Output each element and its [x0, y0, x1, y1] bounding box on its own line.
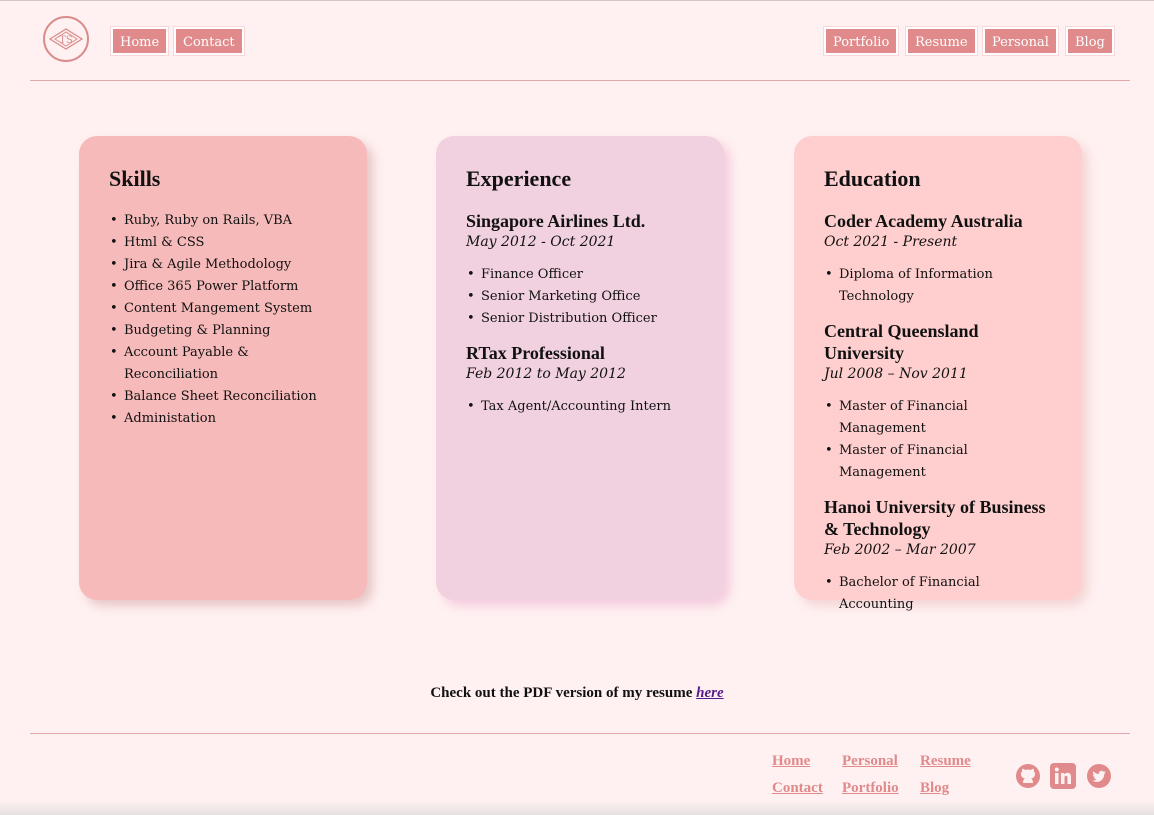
- skill-item: Html & CSS: [110, 232, 339, 254]
- footer-link-blog[interactable]: Blog: [920, 780, 949, 797]
- footer-link-home[interactable]: Home: [772, 753, 810, 770]
- twitter-icon[interactable]: [1086, 763, 1111, 788]
- degree-item: Bachelor of Financial Accounting: [825, 572, 1054, 616]
- degree-item: Master of Financial Management: [825, 396, 1054, 440]
- pdf-resume-text: Check out the PDF version of my resume: [430, 685, 697, 701]
- job-company: RTax Professional: [466, 343, 605, 363]
- nav-portfolio-button[interactable]: Portfolio: [824, 27, 899, 55]
- nav-personal-button[interactable]: Personal: [983, 27, 1058, 55]
- job-role: Senior Marketing Office: [467, 286, 696, 308]
- job-company: Singapore Airlines Ltd.: [466, 211, 646, 231]
- school-dates: Feb 2002 – Mar 2007: [824, 542, 976, 558]
- degree-list: Bachelor of Financial Accounting: [824, 572, 1054, 616]
- experience-card: Experience Singapore Airlines Ltd. May 2…: [436, 136, 724, 600]
- skill-item: Account Payable & Reconciliation: [110, 342, 339, 386]
- job-roles-list: Finance Officer Senior Marketing Office …: [466, 264, 696, 330]
- job-dates: May 2012 - Oct 2021: [466, 234, 616, 250]
- nav-blog-button[interactable]: Blog: [1066, 27, 1114, 55]
- school-dates: Jul 2008 – Nov 2011: [824, 366, 968, 382]
- school-name: Coder Academy Australia: [824, 211, 1023, 231]
- skills-list: Ruby, Ruby on Rails, VBA Html & CSS Jira…: [109, 210, 339, 430]
- school-dates: Oct 2021 - Present: [824, 234, 958, 250]
- skill-item: Balance Sheet Reconciliation: [110, 386, 339, 408]
- skill-item: Content Mangement System: [110, 298, 339, 320]
- job-role: Senior Distribution Officer: [467, 308, 696, 330]
- degree-item: Master of Financial Management: [825, 440, 1054, 484]
- nav-contact-button[interactable]: Contact: [174, 27, 244, 55]
- header-divider: [30, 80, 1130, 81]
- logo-monogram-icon[interactable]: TS: [43, 16, 89, 62]
- footer-link-resume[interactable]: Resume: [920, 753, 971, 770]
- resume-page: TS Home Contact Portfolio Resume Persona…: [0, 0, 1154, 815]
- top-divider: [0, 0, 1154, 1]
- skills-title: Skills: [109, 166, 161, 191]
- education-card: Education Coder Academy Australia Oct 20…: [794, 136, 1082, 612]
- skills-card: Skills Ruby, Ruby on Rails, VBA Html & C…: [79, 136, 367, 600]
- footer-link-personal[interactable]: Personal: [842, 753, 898, 770]
- education-title: Education: [824, 166, 921, 191]
- skill-item: Ruby, Ruby on Rails, VBA: [110, 210, 339, 232]
- skill-item: Office 365 Power Platform: [110, 276, 339, 298]
- degree-list: Diploma of Information Technology: [824, 264, 1054, 308]
- degree-list: Master of Financial Management Master of…: [824, 396, 1054, 484]
- job-role: Tax Agent/Accounting Intern: [467, 396, 696, 418]
- nav-home-button[interactable]: Home: [111, 27, 169, 55]
- footer-link-contact[interactable]: Contact: [772, 780, 823, 797]
- degree-item: Diploma of Information Technology: [825, 264, 1054, 308]
- experience-title: Experience: [466, 166, 572, 191]
- job-role: Finance Officer: [467, 264, 696, 286]
- job-dates: Feb 2012 to May 2012: [466, 366, 626, 382]
- school-name: Hanoi University of Business & Technolog…: [824, 497, 1046, 539]
- job-roles-list: Tax Agent/Accounting Intern: [466, 396, 696, 418]
- school-name: Central Queensland University: [824, 321, 979, 363]
- linkedin-icon[interactable]: [1050, 763, 1076, 789]
- bottom-edge: [0, 800, 1154, 815]
- skill-item: Jira & Agile Methodology: [110, 254, 339, 276]
- nav-resume-button[interactable]: Resume: [906, 27, 977, 55]
- svg-text:TS: TS: [59, 35, 73, 46]
- github-icon[interactable]: [1015, 763, 1040, 788]
- footer-link-portfolio[interactable]: Portfolio: [842, 780, 899, 797]
- skill-item: Budgeting & Planning: [110, 320, 339, 342]
- pdf-resume-line: Check out the PDF version of my resume h…: [0, 685, 1154, 702]
- pdf-resume-link[interactable]: here: [696, 685, 724, 701]
- skill-item: Administation: [110, 408, 339, 430]
- footer-divider: [30, 733, 1130, 734]
